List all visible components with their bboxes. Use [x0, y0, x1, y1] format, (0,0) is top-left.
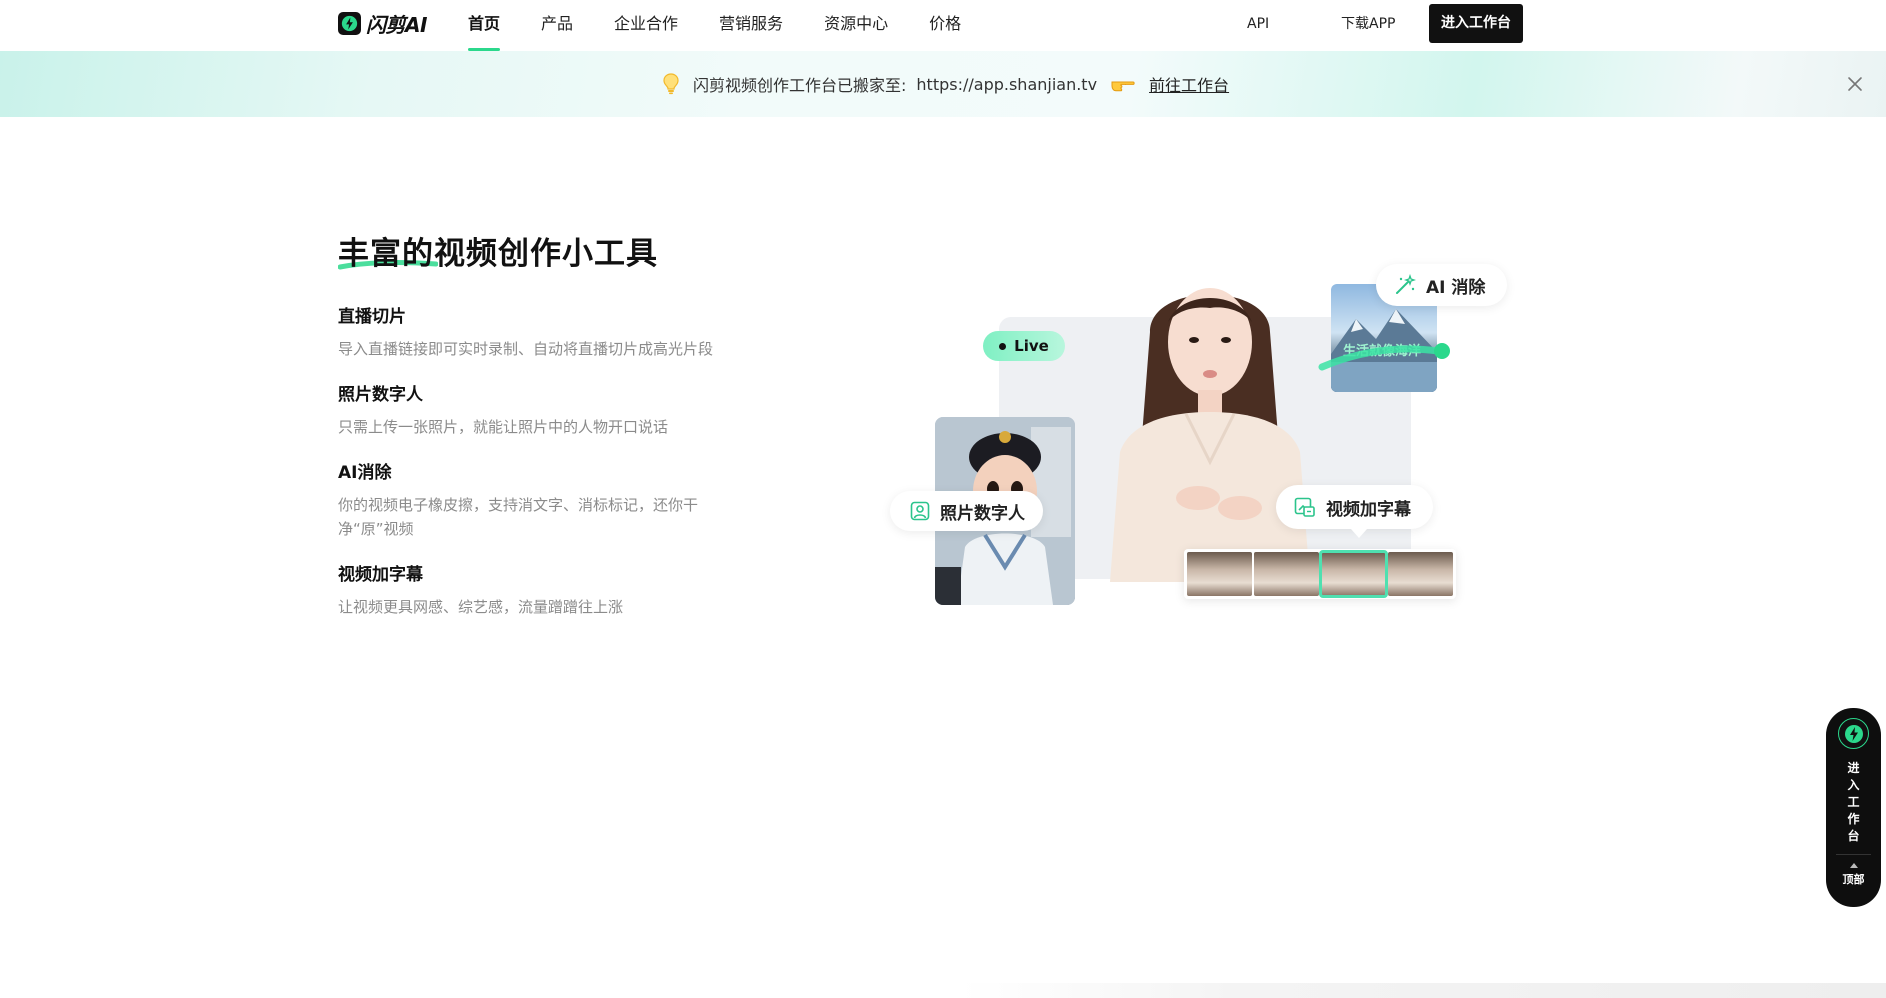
feature-illustration: Live 生活就像海洋 AI 消除 照片数字人 视频加字幕 — [890, 262, 1530, 622]
nav-item-resources[interactable]: 资源中心 — [824, 0, 888, 51]
next-section-edge — [960, 983, 1886, 998]
pointing-hand-icon — [1111, 76, 1135, 92]
nav-item-home[interactable]: 首页 — [468, 0, 501, 51]
logo-text: 闪剪AI — [366, 12, 427, 37]
feature-title: 直播切片 — [338, 307, 406, 327]
ai-remove-tag: AI 消除 — [1376, 264, 1508, 306]
section-title: 丰富的视频创作小工具 — [338, 236, 658, 272]
magic-wand-icon — [1394, 274, 1416, 296]
enter-workspace-button[interactable]: 进入工作台 — [1429, 4, 1523, 43]
floating-side-widget: 进 入 工 作 台 顶部 — [1826, 708, 1881, 907]
side-enter-char: 入 — [1847, 778, 1860, 792]
photo-human-tag: 照片数字人 — [890, 491, 1043, 531]
feature-title: 视频加字幕 — [338, 565, 423, 585]
feature-item: 直播切片 导入直播链接即可实时录制、自动将直播切片成高光片段 — [338, 302, 758, 361]
side-enter-char: 台 — [1847, 829, 1860, 843]
banner-content: 闪剪视频创作工作台已搬家至: https://app.shanjian.tv 前… — [663, 51, 1229, 117]
nav-item-marketing[interactable]: 营销服务 — [719, 0, 783, 51]
side-enter-char: 进 — [1847, 761, 1860, 775]
main-nav: 首页 产品 企业合作 营销服务 资源中心 价格 — [468, 0, 1002, 51]
filmstrip-frame — [1187, 552, 1252, 596]
side-enter-char: 工 — [1847, 795, 1860, 809]
feature-title: 照片数字人 — [338, 385, 423, 405]
feature-desc: 导入直播链接即可实时录制、自动将直播切片成高光片段 — [338, 340, 714, 358]
feature-item: AI消除 你的视频电子橡皮擦，支持消文字、消标标记，还你干净“原”视频 — [338, 458, 758, 541]
lightbulb-icon — [663, 73, 679, 95]
eraser-stroke-decoration — [1318, 343, 1450, 371]
banner-url: https://app.shanjian.tv — [916, 74, 1098, 94]
video-subtitle-tag: 视频加字幕 — [1276, 485, 1433, 529]
user-portrait-icon — [910, 501, 930, 521]
go-to-workspace-link[interactable]: 前往工作台 — [1149, 72, 1229, 96]
live-badge: Live — [983, 331, 1065, 361]
top-nav: 闪剪AI 首页 产品 企业合作 营销服务 资源中心 价格 API 下载APP 进… — [0, 0, 1886, 52]
feature-desc: 只需上传一张照片，就能让照片中的人物开口说话 — [338, 418, 669, 436]
tooltip-pointer — [1351, 529, 1367, 538]
back-to-top-label: 顶部 — [1842, 873, 1865, 886]
close-icon[interactable] — [1846, 75, 1864, 93]
caret-up-icon — [1849, 863, 1858, 868]
video-subtitle-label: 视频加字幕 — [1326, 499, 1411, 520]
lightning-logo-icon[interactable] — [1838, 718, 1869, 749]
logo[interactable]: 闪剪AI — [338, 11, 427, 37]
side-divider — [1836, 854, 1871, 855]
filmstrip-frame-selected — [1319, 550, 1388, 598]
live-dot-icon — [999, 342, 1007, 350]
presenter-image — [1110, 288, 1310, 582]
nav-item-enterprise[interactable]: 企业合作 — [614, 0, 678, 51]
ai-remove-label: AI 消除 — [1426, 277, 1486, 298]
feature-title: AI消除 — [338, 463, 392, 483]
subtitle-image-icon — [1294, 496, 1316, 518]
feature-item: 视频加字幕 让视频更具网感、综艺感，流量蹭蹭往上涨 — [338, 560, 758, 619]
api-link[interactable]: API — [1247, 0, 1269, 51]
filmstrip-frame — [1254, 552, 1319, 596]
back-to-top-button[interactable]: 顶部 — [1826, 863, 1881, 887]
banner-message: 闪剪视频创作工作台已搬家至: — [693, 76, 907, 95]
live-label: Live — [1014, 337, 1049, 355]
photo-human-label: 照片数字人 — [940, 503, 1025, 524]
download-app-link[interactable]: 下载APP — [1341, 0, 1395, 51]
filmstrip-frame — [1388, 552, 1453, 596]
notice-banner: 闪剪视频创作工作台已搬家至: https://app.shanjian.tv 前… — [0, 51, 1886, 117]
feature-item: 照片数字人 只需上传一张照片，就能让照片中的人物开口说话 — [338, 380, 758, 439]
feature-desc: 你的视频电子橡皮擦，支持消文字、消标标记，还你干净“原”视频 — [338, 496, 699, 538]
feature-desc: 让视频更具网感、综艺感，流量蹭蹭往上涨 — [338, 598, 624, 616]
logo-icon — [338, 11, 361, 35]
nav-item-pricing[interactable]: 价格 — [929, 0, 961, 51]
nav-item-products[interactable]: 产品 — [541, 0, 573, 51]
side-enter-workspace-button[interactable]: 进 入 工 作 台 — [1826, 760, 1881, 845]
video-filmstrip — [1184, 549, 1456, 599]
side-enter-char: 作 — [1847, 812, 1860, 826]
